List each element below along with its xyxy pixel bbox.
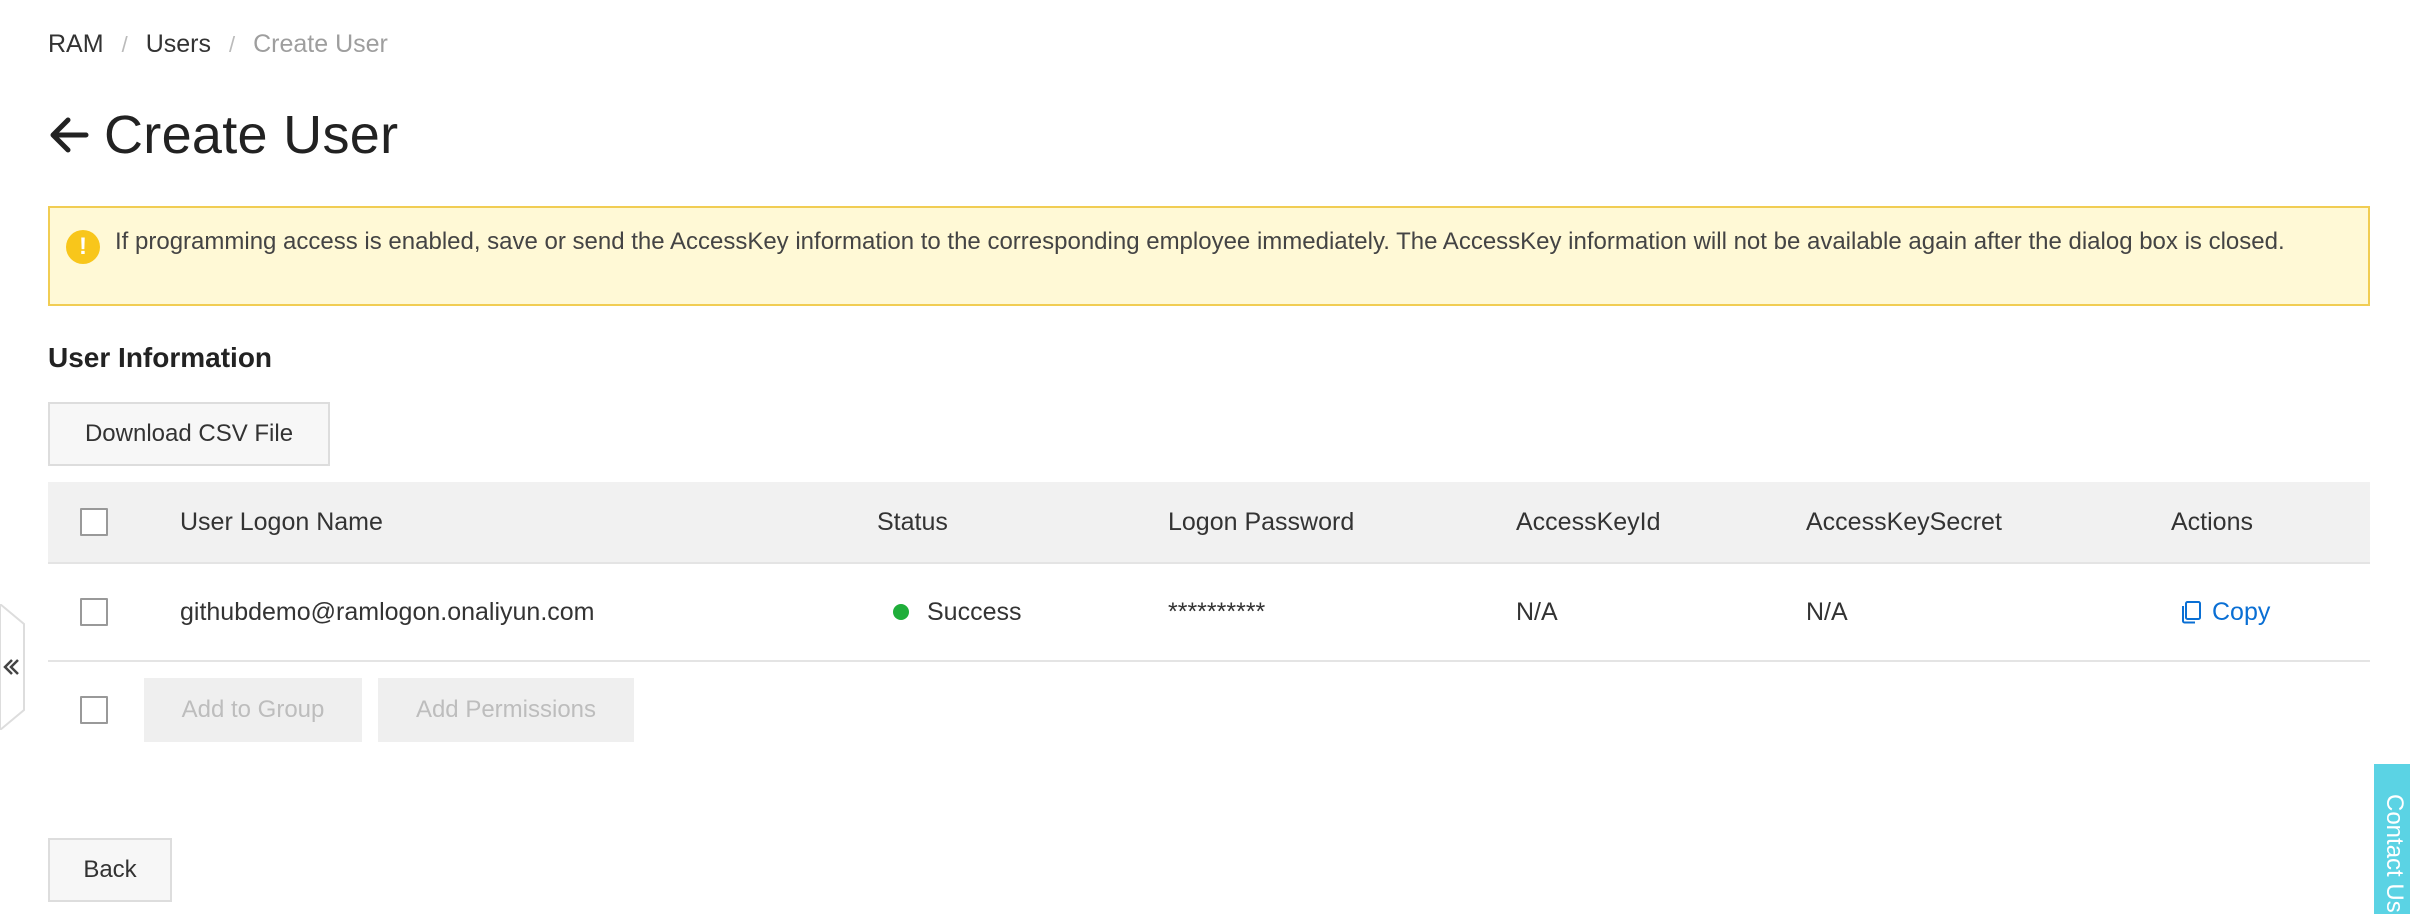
breadcrumb-separator: / (228, 31, 236, 57)
actions-cell: Copy (2180, 564, 2270, 660)
back-button[interactable]: Back (48, 838, 172, 902)
add-to-group-button[interactable]: Add to Group (144, 678, 362, 742)
warning-alert: ! If programming access is enabled, save… (48, 206, 2370, 306)
copy-button[interactable]: Copy (2180, 598, 2270, 627)
user-table: User Logon Name Status Logon Password Ac… (48, 482, 2370, 662)
table-header: User Logon Name Status Logon Password Ac… (48, 482, 2370, 564)
breadcrumb-current: Create User (253, 30, 388, 58)
column-header-logon-name: User Logon Name (180, 507, 383, 536)
section-title: User Information (48, 342, 273, 373)
breadcrumb-users[interactable]: Users (146, 30, 211, 59)
arrow-left-icon[interactable] (48, 114, 90, 156)
status-success-dot (893, 604, 909, 620)
breadcrumb-ram[interactable]: RAM (48, 30, 104, 59)
page-header: Create User (48, 104, 398, 166)
column-header-status: Status (877, 507, 948, 536)
table-row: githubdemo@ramlogon.onaliyun.com Success… (48, 564, 2370, 662)
breadcrumb-separator: / (121, 31, 128, 57)
column-header-actions: Actions (2171, 507, 2253, 536)
breadcrumb: RAM / Users / Create User (48, 30, 388, 59)
contact-us-tab[interactable]: Contact Us (2374, 764, 2410, 914)
column-header-accesskeysecret: AccessKeySecret (1806, 507, 2002, 536)
select-all-checkbox[interactable] (80, 508, 108, 536)
accesskeysecret-cell: N/A (1806, 597, 1848, 626)
column-header-accesskeyid: AccessKeyId (1516, 507, 1661, 536)
alert-text: If programming access is enabled, save o… (115, 228, 2285, 255)
contact-us-label: Contact Us (2381, 794, 2408, 913)
page-title: Create User (104, 105, 399, 165)
select-all-cell (80, 482, 108, 562)
download-csv-button[interactable]: Download CSV File (48, 402, 330, 466)
copy-label: Copy (2212, 597, 2271, 626)
accesskeyid-cell: N/A (1516, 597, 1558, 626)
row-select-cell (80, 564, 108, 660)
sidebar-expand-handle[interactable] (0, 604, 26, 730)
copy-icon (2182, 601, 2201, 624)
status-cell: Success (893, 564, 1021, 660)
row-checkbox[interactable] (80, 598, 108, 626)
password-cell: ********** (1168, 597, 1266, 626)
exclamation-icon: ! (66, 230, 100, 264)
column-header-password: Logon Password (1168, 507, 1355, 536)
logon-name-cell: githubdemo@ramlogon.onaliyun.com (180, 597, 595, 626)
status-text: Success (927, 597, 1022, 626)
add-permissions-button[interactable]: Add Permissions (378, 678, 634, 742)
bulk-select-checkbox[interactable] (80, 696, 108, 724)
